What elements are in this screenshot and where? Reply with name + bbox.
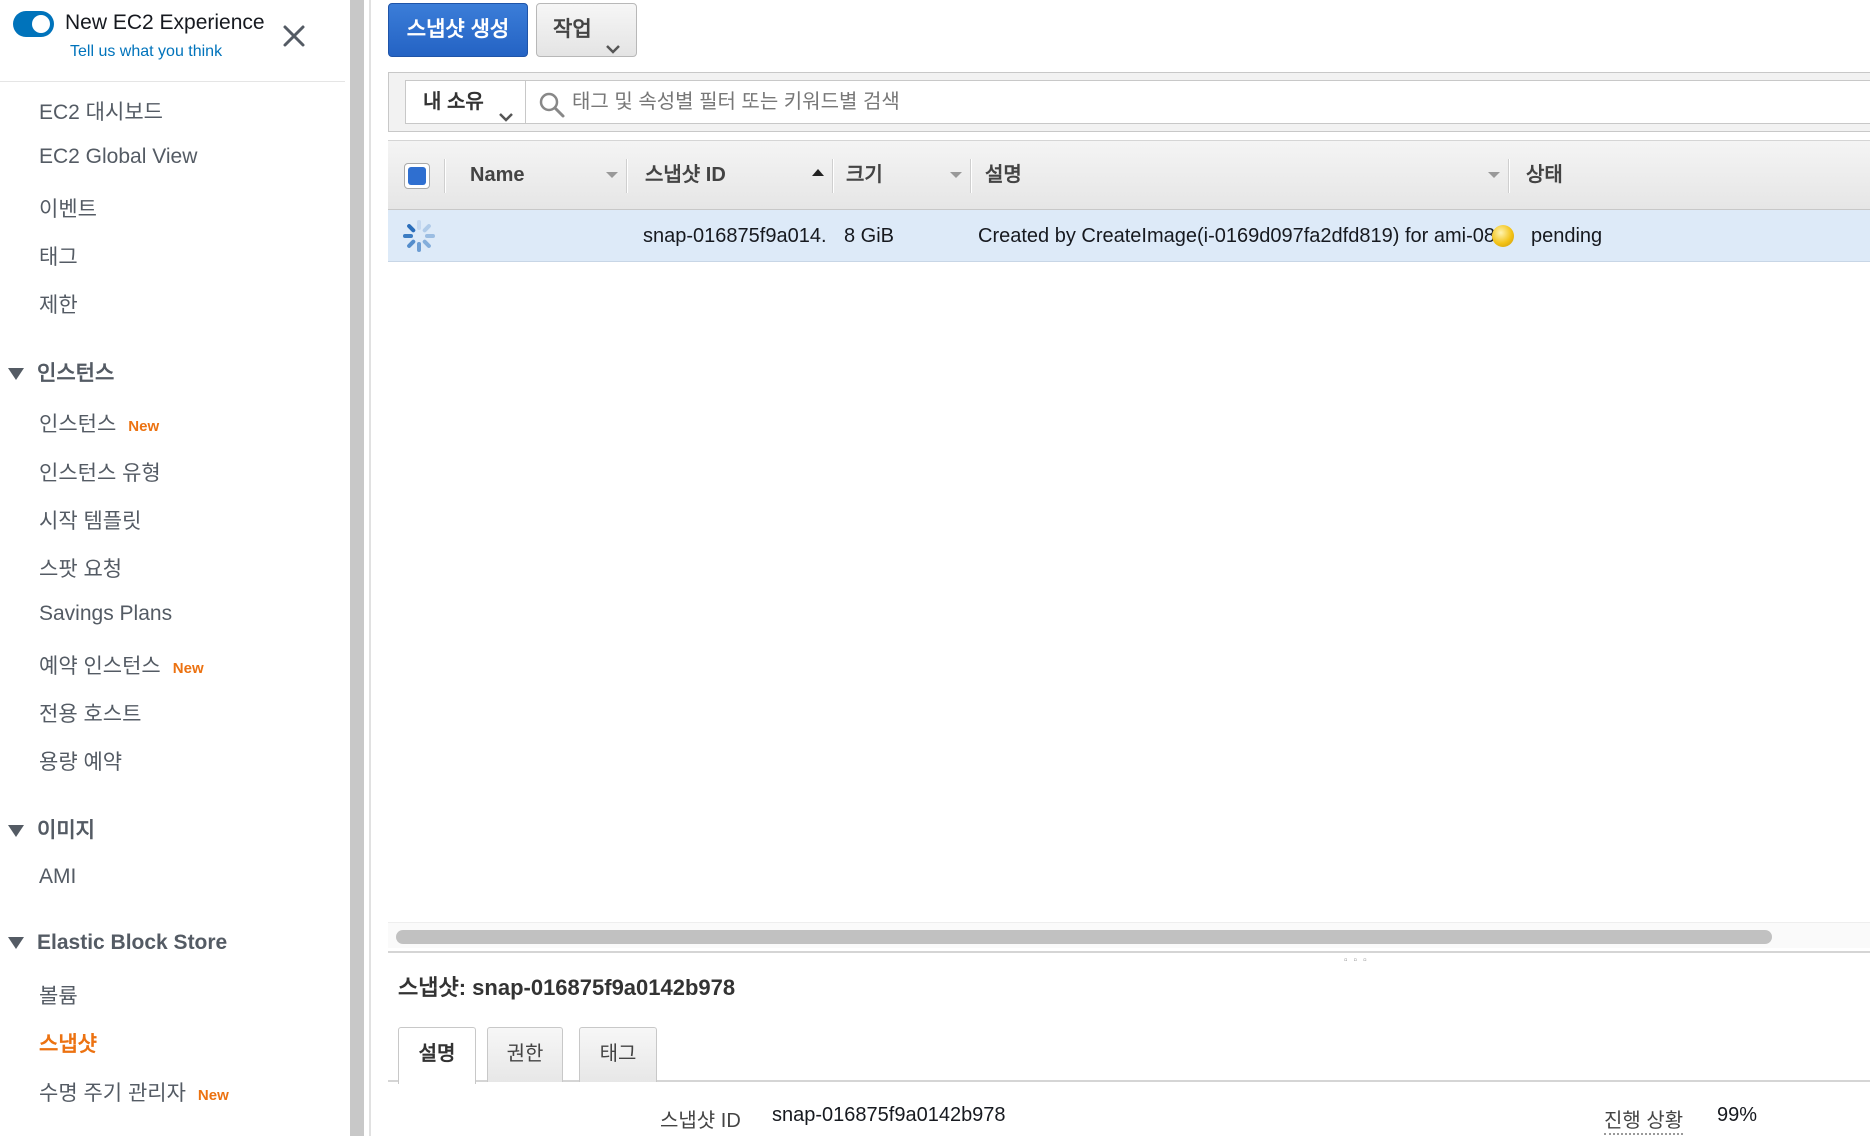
sidebar-item-launch-templates[interactable]: 시작 템플릿 — [39, 505, 141, 535]
select-all-checkbox[interactable] — [404, 163, 430, 189]
sidebar: New EC2 Experience Tell us what you thin… — [0, 0, 345, 1136]
sort-icon[interactable] — [950, 172, 962, 178]
new-experience-toggle[interactable] — [13, 11, 54, 37]
cell-size: 8 GiB — [844, 225, 895, 247]
column-header-description[interactable]: 설명 — [985, 141, 1022, 211]
detail-title: 스냅샷: snap-016875f9a0142b978 — [398, 975, 736, 1000]
sidebar-item-capacity-reservations[interactable]: 용량 예약 — [39, 746, 122, 776]
progress-label[interactable]: 진행 상황 — [1604, 1104, 1684, 1135]
sidebar-item-ami[interactable]: AMI — [39, 865, 76, 889]
search-input[interactable] — [572, 81, 1862, 123]
cell-status: pending — [1531, 225, 1603, 247]
owner-filter-select[interactable]: 내 소유 — [405, 80, 525, 124]
detail-pane-divider[interactable] — [388, 951, 1870, 953]
sidebar-resize-handle[interactable] — [345, 0, 372, 1136]
filter-bar: 내 소유 — [388, 72, 1870, 132]
sidebar-item-instances[interactable]: 인스턴스 New — [39, 408, 159, 438]
new-experience-bar: New EC2 Experience Tell us what you thin… — [0, 0, 345, 82]
cell-description: Created by CreateImage(i-0169d097fa2dfd8… — [978, 225, 1498, 247]
feedback-link[interactable]: Tell us what you think — [70, 43, 222, 61]
sidebar-section-instances[interactable]: 인스턴스 — [8, 357, 114, 387]
sidebar-item-ec2-dashboard[interactable]: EC2 대시보드 — [39, 96, 163, 126]
sidebar-item-volumes[interactable]: 볼륨 — [39, 980, 78, 1010]
tab-permissions[interactable]: 권한 — [487, 1027, 563, 1082]
sidebar-item-tags[interactable]: 태그 — [39, 241, 78, 271]
caret-down-icon — [8, 825, 24, 838]
snapshot-id-label: 스냅샷 ID — [660, 1110, 741, 1132]
cell-name — [470, 210, 620, 262]
tab-tags[interactable]: 태그 — [579, 1027, 657, 1082]
column-header-status[interactable]: 상태 — [1526, 141, 1563, 211]
sidebar-item-lifecycle-manager[interactable]: 수명 주기 관리자 New — [39, 1077, 229, 1107]
column-header-size[interactable]: 크기 — [846, 141, 883, 211]
sidebar-item-spot-requests[interactable]: 스팟 요청 — [39, 553, 122, 583]
caret-down-icon — [8, 937, 24, 950]
new-badge: New — [172, 660, 204, 677]
search-icon — [538, 91, 566, 124]
chevron-down-icon — [498, 96, 514, 138]
status-pending-icon — [1492, 225, 1514, 247]
sidebar-section-elastic-block-store[interactable]: Elastic Block Store — [8, 931, 227, 955]
actions-button[interactable]: 작업 — [536, 3, 637, 57]
sidebar-item-snapshots[interactable]: 스냅샷 — [39, 1028, 97, 1058]
resize-grip-icon[interactable]: ▫▫▫ — [1344, 955, 1373, 966]
sort-ascending-icon[interactable] — [812, 169, 824, 176]
horizontal-scrollbar[interactable] — [388, 922, 1870, 948]
sidebar-item-ec2-global-view[interactable]: EC2 Global View — [39, 145, 197, 169]
caret-down-icon — [8, 368, 24, 381]
sidebar-item-instance-types[interactable]: 인스턴스 유형 — [39, 457, 161, 487]
new-badge: New — [128, 418, 160, 435]
chevron-down-icon — [605, 23, 621, 75]
snapshots-table: Name 스냅샷 ID 크기 설명 상태 snap-016875f9a014..… — [388, 140, 1870, 948]
tab-description[interactable]: 설명 — [398, 1027, 476, 1084]
new-experience-title: New EC2 Experience — [65, 11, 265, 34]
sidebar-item-savings-plans[interactable]: Savings Plans — [39, 602, 172, 626]
main-content: 스냅샷 생성 작업 내 소유 Name 스냅샷 ID — [372, 0, 1870, 1136]
sidebar-item-events[interactable]: 이벤트 — [39, 193, 97, 223]
snapshot-id-value: snap-016875f9a0142b978 — [772, 1104, 1006, 1126]
loading-spinner-icon — [402, 219, 436, 253]
table-header: Name 스냅샷 ID 크기 설명 상태 — [388, 140, 1870, 210]
create-snapshot-button[interactable]: 스냅샷 생성 — [388, 3, 528, 57]
sidebar-section-images[interactable]: 이미지 — [8, 814, 95, 844]
cell-snapshot-id: snap-016875f9a014... — [643, 225, 828, 247]
close-icon[interactable] — [280, 22, 308, 50]
sidebar-item-reserved-instances[interactable]: 예약 인스턴스 New — [39, 650, 204, 680]
column-header-name[interactable]: Name — [470, 141, 524, 211]
sort-icon[interactable] — [1488, 172, 1500, 178]
sidebar-item-limits[interactable]: 제한 — [39, 289, 78, 319]
search-box — [525, 80, 1870, 124]
table-row[interactable]: snap-016875f9a014... 8 GiB Created by Cr… — [388, 210, 1870, 262]
sort-icon[interactable] — [606, 172, 618, 178]
column-header-snapshot-id[interactable]: 스냅샷 ID — [645, 141, 726, 211]
progress-value: 99% — [1717, 1104, 1758, 1126]
sidebar-item-dedicated-hosts[interactable]: 전용 호스트 — [39, 698, 141, 728]
new-badge: New — [197, 1087, 229, 1104]
